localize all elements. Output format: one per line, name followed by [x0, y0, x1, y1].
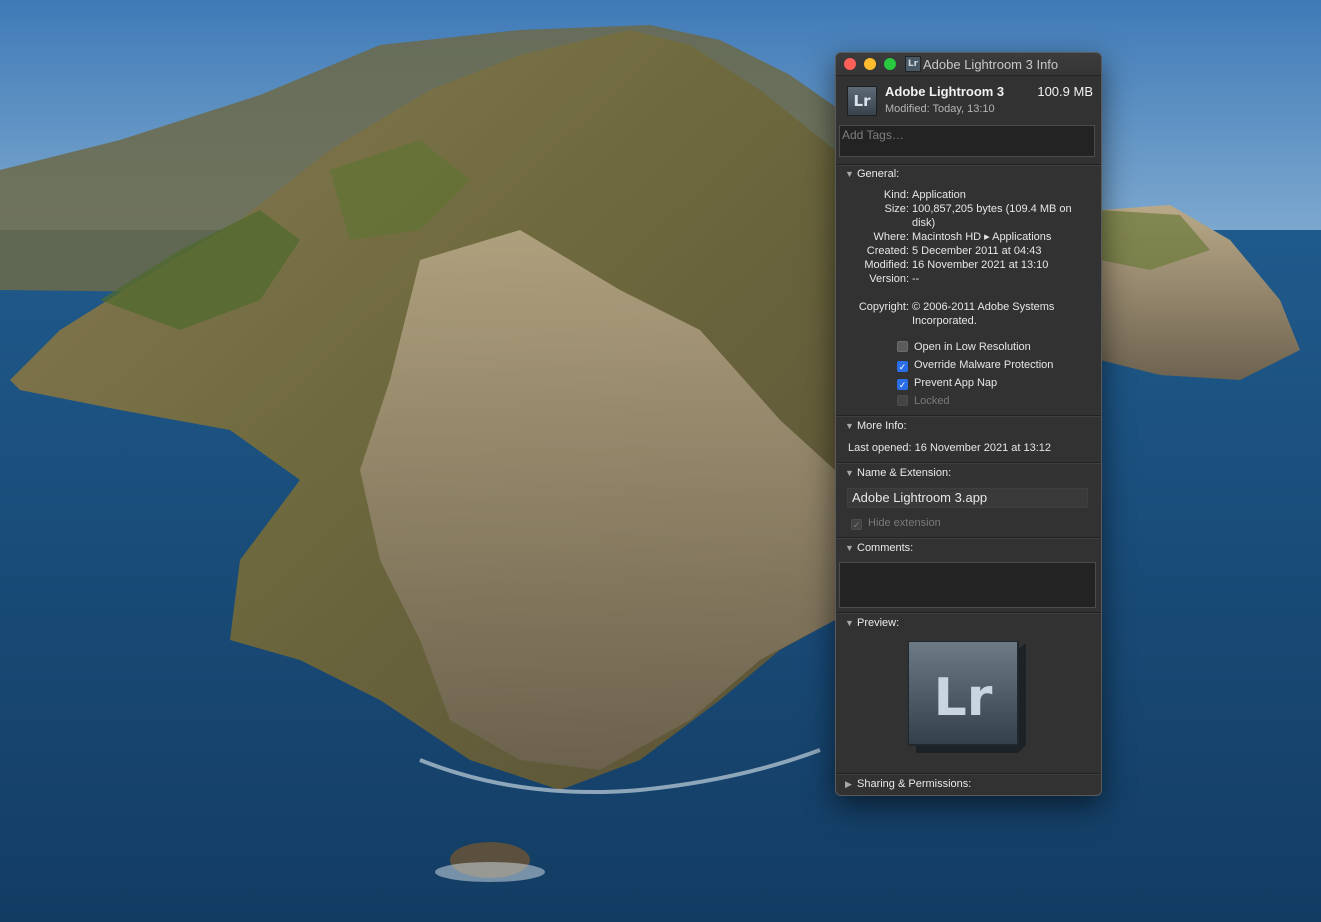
last-opened: Last opened: 16 November 2021 at 13:12	[848, 442, 1052, 454]
checkmark-icon: ✓	[851, 519, 862, 530]
checkbox-label: Locked	[914, 395, 950, 407]
created-label: Created:	[866, 245, 909, 257]
filename-input[interactable]: Adobe Lightroom 3.app	[847, 488, 1088, 508]
divider	[836, 773, 1101, 774]
tags-input[interactable]: Add Tags…	[839, 125, 1095, 157]
divider	[836, 612, 1101, 613]
info-window: Lr Adobe Lightroom 3 Info Lr Adobe Light…	[835, 52, 1102, 796]
checkbox-open-low-resolution[interactable]: Open in Low Resolution	[897, 341, 1031, 353]
section-preview-label: Preview:	[857, 617, 900, 629]
disclosure-triangle-right-icon[interactable]: ▶	[845, 779, 857, 790]
section-comments[interactable]: ▼ Comments:	[845, 542, 913, 554]
section-preview[interactable]: ▼ Preview:	[845, 617, 899, 629]
checkmark-icon[interactable]: ✓	[897, 379, 908, 390]
section-general-label: General:	[857, 168, 900, 180]
kind-value: Application	[912, 189, 966, 201]
minimize-button[interactable]	[864, 58, 876, 70]
app-modified-summary: Modified: Today, 13:10	[885, 103, 995, 115]
section-general[interactable]: ▼ General:	[845, 168, 899, 180]
lightroom-app-icon: Lr	[905, 56, 921, 72]
size-value: 100,857,205 bytes (109.4 MB on disk)	[912, 203, 1072, 229]
kind-label: Kind:	[883, 189, 909, 201]
size-label: Size:	[884, 203, 909, 215]
section-name-extension[interactable]: ▼ Name & Extension:	[845, 467, 951, 479]
disclosure-triangle-down-icon[interactable]: ▼	[845, 618, 857, 628]
preview-icon-letters: Lr	[934, 668, 993, 728]
checkbox-hide-extension: ✓ Hide extension	[851, 517, 941, 530]
app-name: Adobe Lightroom 3	[885, 84, 1005, 99]
disclosure-triangle-down-icon[interactable]: ▼	[845, 169, 857, 179]
modified-value: 16 November 2021 at 13:10	[912, 259, 1049, 271]
checkbox-prevent-app-nap[interactable]: ✓ Prevent App Nap	[897, 377, 997, 390]
section-sharing-label: Sharing & Permissions:	[857, 778, 972, 790]
window-title: Adobe Lightroom 3 Info	[923, 57, 1059, 72]
desktop-wallpaper	[0, 0, 1321, 922]
disclosure-triangle-down-icon[interactable]: ▼	[845, 543, 857, 553]
modified-label: Modified:	[864, 259, 909, 271]
version-value: --	[912, 273, 920, 285]
section-comments-label: Comments:	[857, 542, 914, 554]
checkbox-disabled-icon	[897, 395, 908, 406]
disclosure-triangle-down-icon[interactable]: ▼	[845, 468, 857, 478]
checkbox-override-malware-protection[interactable]: ✓ Override Malware Protection	[897, 359, 1053, 372]
checkbox-label: Override Malware Protection	[914, 359, 1054, 371]
checkbox-label: Prevent App Nap	[914, 377, 998, 389]
section-more-info-label: More Info:	[857, 420, 907, 432]
copyright-value: © 2006-2011 Adobe Systems Incorporated.	[912, 301, 1055, 327]
checkbox-label: Open in Low Resolution	[914, 341, 1031, 353]
section-more-info[interactable]: ▼ More Info:	[845, 420, 907, 432]
divider	[836, 462, 1101, 463]
where-label: Where:	[873, 231, 909, 243]
checkbox-label: Hide extension	[868, 517, 941, 529]
divider	[836, 164, 1101, 165]
copyright-label: Copyright:	[858, 301, 909, 313]
created-value: 5 December 2011 at 04:43	[912, 245, 1042, 257]
app-size: 100.9 MB	[1037, 84, 1093, 99]
divider	[836, 415, 1101, 416]
comments-textarea[interactable]	[839, 562, 1096, 608]
zoom-button[interactable]	[884, 58, 896, 70]
where-value: Macintosh HD ▸ Applications	[912, 231, 1052, 243]
lightroom-preview-icon: Lr	[908, 641, 1026, 753]
disclosure-triangle-down-icon[interactable]: ▼	[845, 421, 857, 431]
version-label: Version:	[869, 273, 909, 285]
lightroom-app-icon: Lr	[847, 86, 877, 116]
checkbox-unchecked-icon[interactable]	[897, 341, 908, 352]
checkmark-icon[interactable]: ✓	[897, 361, 908, 372]
divider	[836, 537, 1101, 538]
title-bar[interactable]: Lr Adobe Lightroom 3 Info	[836, 53, 1101, 76]
section-sharing-permissions[interactable]: ▶ Sharing & Permissions:	[845, 778, 971, 790]
checkbox-locked: Locked	[897, 395, 949, 407]
section-name-extension-label: Name & Extension:	[857, 467, 952, 479]
close-button[interactable]	[844, 58, 856, 70]
